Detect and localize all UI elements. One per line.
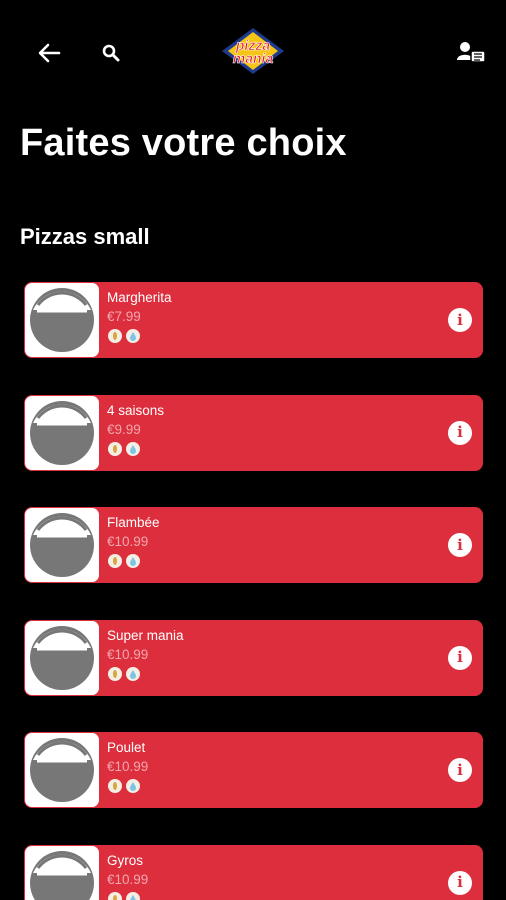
top-bar: pizza mania: [0, 0, 506, 105]
back-button[interactable]: [34, 38, 64, 68]
search-icon: [102, 44, 120, 62]
profile-button[interactable]: [454, 38, 490, 68]
info-button[interactable]: i: [448, 870, 472, 895]
product-card[interactable]: Margherita €7.99 i: [24, 282, 483, 358]
product-card[interactable]: 4 saisons €9.99 i: [24, 394, 483, 471]
product-image-placeholder: [25, 620, 99, 695]
image-placeholder-icon: [30, 850, 94, 900]
product-name: Super mania: [107, 627, 184, 643]
arrow-left-icon: [38, 43, 61, 63]
drop-icon: [126, 329, 140, 343]
wheat-icon: [108, 329, 122, 343]
product-card[interactable]: Flambée €10.99 i: [24, 507, 483, 583]
product-card[interactable]: Super mania €10.99 i: [24, 619, 483, 696]
info-button[interactable]: i: [448, 420, 472, 445]
info-icon: i: [457, 873, 463, 891]
wheat-icon: [108, 441, 122, 456]
drop-icon: [126, 779, 140, 793]
wheat-icon: [108, 666, 122, 681]
product-price: €10.99: [107, 871, 149, 887]
product-image-placeholder: [25, 508, 99, 582]
page-title: Faites votre choix: [20, 122, 347, 164]
image-placeholder-icon: [30, 738, 94, 802]
pizza-mania-logo: pizza mania: [218, 26, 288, 76]
info-icon: i: [457, 648, 463, 666]
wheat-icon: [108, 779, 122, 793]
product-badges: [108, 441, 140, 456]
drop-icon: [126, 891, 140, 900]
product-name: 4 saisons: [107, 402, 165, 418]
image-placeholder-icon: [30, 625, 94, 690]
product-price: €10.99: [107, 759, 149, 774]
image-placeholder-icon: [30, 513, 94, 577]
wheat-icon: [108, 554, 122, 568]
product-badges: [108, 554, 140, 568]
product-image-placeholder: [25, 733, 99, 807]
logo-line2: mania: [233, 50, 274, 66]
image-placeholder-icon: [30, 400, 94, 465]
product-badges: [108, 666, 140, 681]
section-title: Pizzas small: [20, 224, 150, 249]
product-badges: [108, 891, 140, 900]
user-icon: [457, 42, 486, 63]
drop-icon: [126, 441, 140, 456]
product-price: €9.99: [107, 421, 141, 437]
info-button[interactable]: i: [448, 758, 472, 782]
product-name: Flambée: [107, 515, 160, 530]
info-button[interactable]: i: [448, 645, 472, 670]
product-price: €10.99: [107, 646, 149, 662]
product-name: Margherita: [107, 290, 172, 305]
product-card[interactable]: Poulet €10.99 i: [24, 732, 483, 808]
info-button[interactable]: i: [448, 533, 472, 557]
wheat-icon: [108, 891, 122, 900]
product-image-placeholder: [25, 395, 99, 470]
drop-icon: [126, 666, 140, 681]
product-name: Poulet: [107, 740, 146, 755]
product-price: €7.99: [107, 309, 141, 324]
info-icon: i: [457, 760, 463, 779]
info-icon: i: [457, 310, 463, 329]
info-button[interactable]: i: [448, 308, 472, 332]
product-image-placeholder: [25, 283, 99, 357]
product-badges: [108, 329, 140, 343]
product-badges: [108, 779, 140, 793]
product-name: Gyros: [107, 852, 144, 868]
image-placeholder-icon: [30, 288, 94, 352]
drop-icon: [126, 554, 140, 568]
search-button[interactable]: [96, 38, 126, 68]
info-icon: i: [457, 535, 463, 554]
product-price: €10.99: [107, 534, 149, 549]
product-card[interactable]: Gyros €10.99 i: [24, 844, 483, 900]
product-image-placeholder: [25, 845, 99, 900]
info-icon: i: [457, 423, 463, 441]
